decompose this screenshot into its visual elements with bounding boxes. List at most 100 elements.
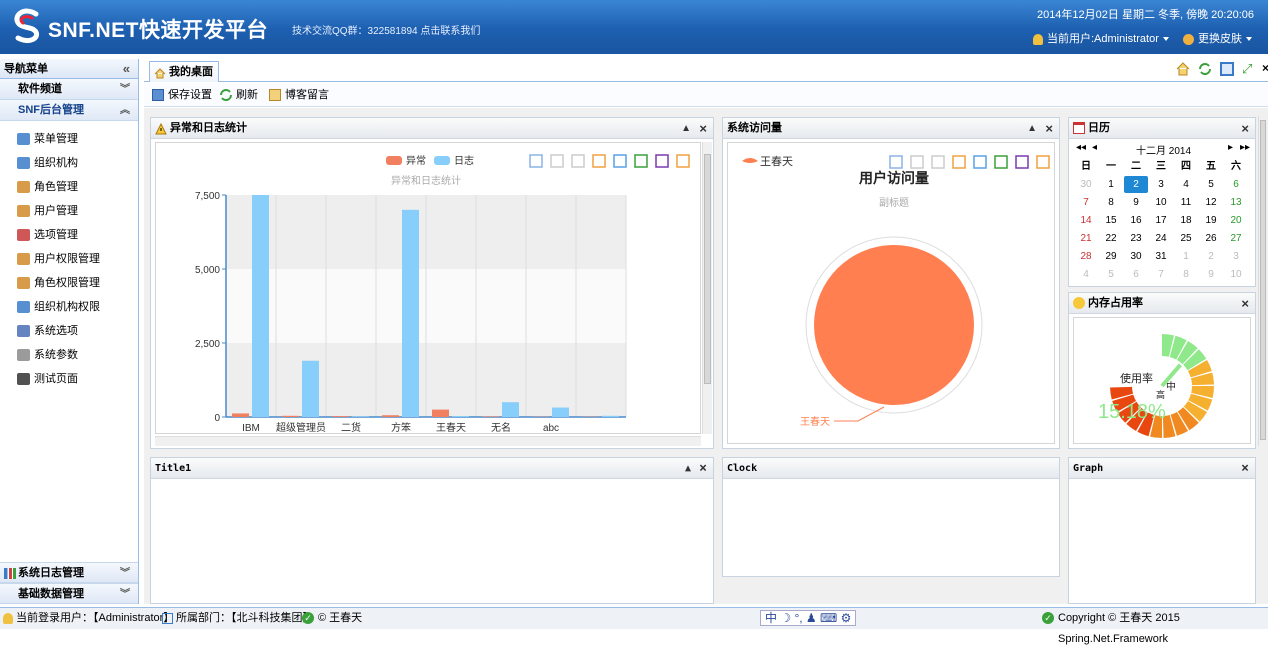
fullscreen-icon[interactable]: ⤢ <box>1242 62 1256 76</box>
bar-1[interactable] <box>402 210 419 417</box>
bar-0[interactable] <box>282 416 299 417</box>
close-icon[interactable]: × <box>1241 293 1249 314</box>
close-icon[interactable]: × <box>1241 458 1249 479</box>
bar-0[interactable] <box>232 413 249 417</box>
bar-1[interactable] <box>502 402 519 417</box>
chart-tool-icon[interactable] <box>551 155 563 167</box>
calendar-day[interactable]: 5 <box>1199 176 1223 193</box>
calendar-day[interactable]: 6 <box>1224 176 1248 193</box>
sidebar-item-6[interactable]: 角色权限管理 <box>0 271 138 295</box>
calendar-day[interactable]: 11 <box>1174 194 1198 211</box>
calendar-day[interactable]: 10 <box>1224 266 1248 283</box>
chart-tool-icon[interactable] <box>635 155 647 167</box>
calendar-day[interactable]: 1 <box>1174 248 1198 265</box>
sidebar-item-1[interactable]: 组织机构 <box>0 151 138 175</box>
calendar-day[interactable]: 30 <box>1124 248 1148 265</box>
bar-1[interactable] <box>452 416 469 417</box>
next-year-icon[interactable]: ▸▸ <box>1240 142 1250 153</box>
calendar-day[interactable]: 20 <box>1224 212 1248 229</box>
chart-tool-icon[interactable] <box>614 155 626 167</box>
sidebar-item-3[interactable]: 用户管理 <box>0 199 138 223</box>
collapse-icon[interactable]: ▲ <box>685 458 691 479</box>
sidebar-item-2[interactable]: 角色管理 <box>0 175 138 199</box>
bar-0[interactable] <box>332 416 349 417</box>
skin-menu[interactable]: 更换皮肤 <box>1183 30 1252 46</box>
next-month-icon[interactable]: ▸ <box>1228 142 1233 153</box>
save-settings-button[interactable]: 保存设置 <box>152 87 212 103</box>
chevron-down-icon[interactable]: ︾ <box>120 79 130 100</box>
blog-message-button[interactable]: 博客留言 <box>269 87 329 103</box>
chart-tool-icon[interactable] <box>911 156 923 168</box>
chart-tool-icon[interactable] <box>656 155 668 167</box>
bar-1[interactable] <box>602 416 619 417</box>
collapse-icon[interactable]: ▲ <box>1027 118 1037 139</box>
sidebar-group-1[interactable]: SNF后台管理︽ <box>0 100 138 121</box>
calendar-day[interactable]: 18 <box>1174 212 1198 229</box>
bar-0[interactable] <box>482 416 499 417</box>
refresh-icon[interactable] <box>1198 62 1212 76</box>
calendar-day[interactable]: 2 <box>1199 248 1223 265</box>
calendar-day[interactable]: 14 <box>1074 212 1098 229</box>
refresh-button[interactable]: 刷新 <box>220 87 258 103</box>
horizontal-scrollbar[interactable] <box>155 436 701 446</box>
maximize-icon[interactable] <box>1220 62 1234 76</box>
chart-tool-icon[interactable] <box>1037 156 1049 168</box>
sidebar-group-bottom-0[interactable]: 系统日志管理︾ <box>0 562 138 583</box>
calendar-day[interactable]: 16 <box>1124 212 1148 229</box>
collapse-left-icon[interactable]: « <box>123 59 130 79</box>
calendar-day[interactable]: 6 <box>1124 266 1148 283</box>
calendar-day[interactable]: 26 <box>1199 230 1223 247</box>
chart-tool-icon[interactable] <box>530 155 542 167</box>
chart-tool-icon[interactable] <box>995 156 1007 168</box>
close-icon[interactable]: × <box>699 118 707 139</box>
calendar-day[interactable]: 3 <box>1224 248 1248 265</box>
chart-tool-icon[interactable] <box>1016 156 1028 168</box>
chevron-down-icon[interactable]: ︾ <box>120 563 130 584</box>
calendar-day[interactable]: 7 <box>1149 266 1173 283</box>
sidebar-group-0[interactable]: 软件频道︾ <box>0 79 138 100</box>
bar-1[interactable] <box>302 361 319 417</box>
calendar-day[interactable]: 9 <box>1124 194 1148 211</box>
chart-tool-icon[interactable] <box>677 155 689 167</box>
scroll-thumb[interactable] <box>1260 120 1266 440</box>
pie-slice[interactable] <box>814 245 974 405</box>
calendar-day-today[interactable]: 2 <box>1124 176 1148 193</box>
close-icon[interactable]: × <box>1241 118 1249 139</box>
calendar-day[interactable]: 22 <box>1099 230 1123 247</box>
calendar-day[interactable]: 30 <box>1074 176 1098 193</box>
portal-scrollbar[interactable] <box>1258 116 1267 446</box>
close-icon[interactable]: × <box>1262 61 1268 75</box>
bar-1[interactable] <box>252 195 269 417</box>
calendar-day[interactable]: 5 <box>1099 266 1123 283</box>
chart-tool-icon[interactable] <box>932 156 944 168</box>
calendar-day[interactable]: 21 <box>1074 230 1098 247</box>
calendar-day[interactable]: 23 <box>1124 230 1148 247</box>
calendar-day[interactable]: 24 <box>1149 230 1173 247</box>
calendar-day[interactable]: 12 <box>1199 194 1223 211</box>
prev-year-icon[interactable]: ◂◂ <box>1076 142 1086 153</box>
chart-tool-icon[interactable] <box>890 156 902 168</box>
calendar-day[interactable]: 17 <box>1149 212 1173 229</box>
sidebar-item-10[interactable]: 测试页面 <box>0 367 138 391</box>
bar-1[interactable] <box>352 416 369 417</box>
collapse-icon[interactable]: ▲ <box>681 118 691 139</box>
chart-tool-icon[interactable] <box>974 156 986 168</box>
current-user-menu[interactable]: 当前用户:Administrator <box>1033 30 1169 46</box>
home-icon[interactable] <box>1176 62 1190 76</box>
scroll-thumb[interactable] <box>704 154 711 384</box>
sidebar-item-4[interactable]: 选项管理 <box>0 223 138 247</box>
calendar-day[interactable]: 19 <box>1199 212 1223 229</box>
chart-tool-icon[interactable] <box>593 155 605 167</box>
calendar-day[interactable]: 1 <box>1099 176 1123 193</box>
bar-1[interactable] <box>552 408 569 417</box>
calendar-day[interactable]: 4 <box>1074 266 1098 283</box>
ime-bar[interactable]: 中 ☽ °, ♟ ⌨ ⚙ <box>760 610 856 626</box>
calendar-day[interactable]: 10 <box>1149 194 1173 211</box>
calendar-day[interactable]: 3 <box>1149 176 1173 193</box>
close-icon[interactable]: × <box>699 458 707 479</box>
close-icon[interactable]: × <box>1045 118 1053 139</box>
calendar-day[interactable]: 31 <box>1149 248 1173 265</box>
vertical-scrollbar[interactable] <box>702 142 712 434</box>
bar-0[interactable] <box>432 410 449 417</box>
chart-tool-icon[interactable] <box>953 156 965 168</box>
